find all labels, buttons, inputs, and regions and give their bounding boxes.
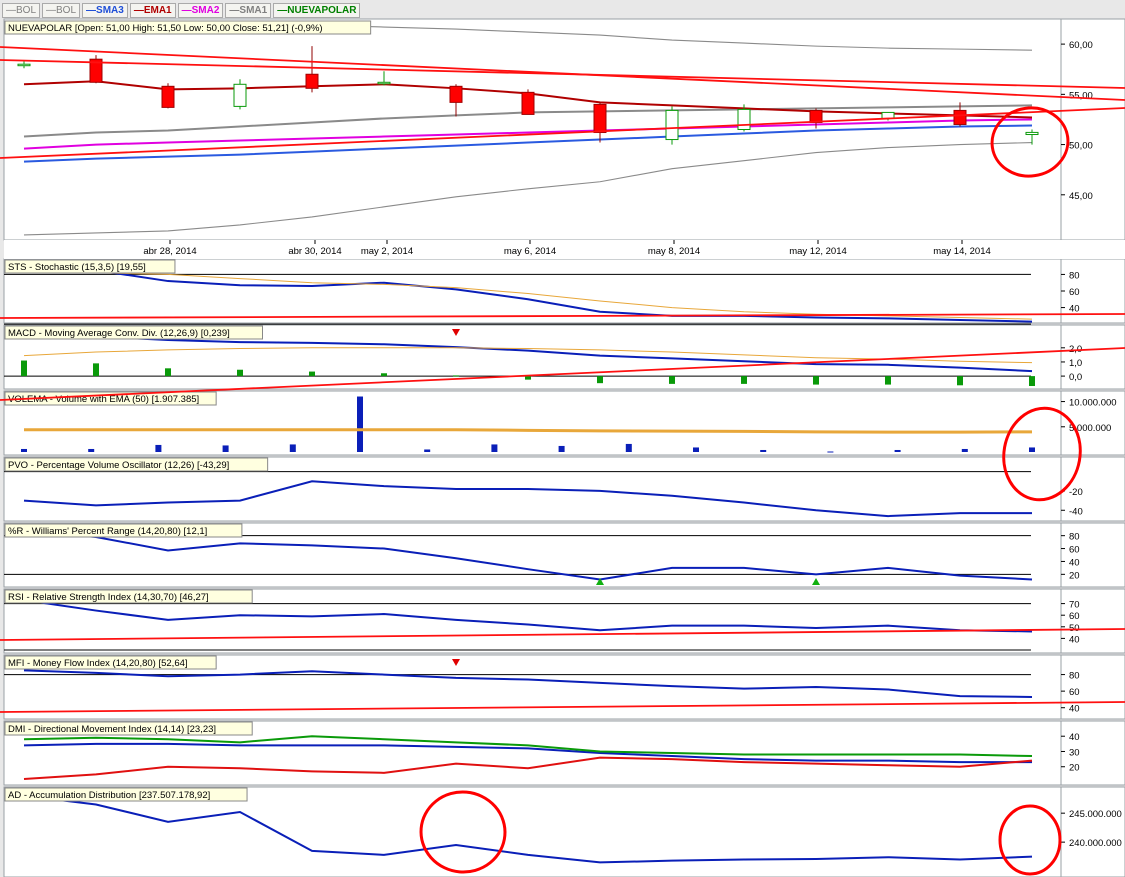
indicator-title: DMI - Directional Movement Index (14,14)…	[8, 724, 216, 735]
indicator-y-tick-label: 20	[1069, 570, 1080, 581]
indicator-title: MACD - Moving Average Conv. Div. (12,26,…	[8, 328, 230, 339]
indicator-y-tick-label: 80	[1069, 532, 1080, 543]
indicator-y-tick-label: 30	[1069, 747, 1080, 758]
indicator-bar	[165, 368, 171, 377]
indicator-y-tick-label: 50	[1069, 623, 1080, 634]
indicator-y-tick-label: 40	[1069, 304, 1080, 315]
price-y-tick-label: 55,00	[1069, 90, 1093, 101]
indicator-y-tick-label: 80	[1069, 671, 1080, 682]
indicator-title: %R - Williams' Percent Range (14,20,80) …	[8, 526, 207, 537]
indicator-bar	[813, 376, 819, 385]
indicator-axis-area	[1060, 786, 1125, 877]
indicator-bar	[424, 449, 431, 452]
indicator-y-tick-label: 70	[1069, 600, 1080, 611]
candle-body	[449, 85, 463, 103]
indicator-y-tick-label: 240.000.000	[1069, 838, 1122, 849]
x-tick-label: may 2, 2014	[361, 246, 413, 257]
candle-body	[665, 109, 679, 141]
indicator-bar	[491, 444, 498, 452]
legend-item[interactable]: —SMA2	[177, 3, 224, 18]
candle-body	[161, 85, 175, 108]
indicator-bar	[357, 396, 363, 452]
indicator-bar	[558, 445, 565, 452]
indicator-bar	[222, 445, 229, 452]
price-y-tick-label: 60,00	[1069, 40, 1093, 51]
indicator-bar	[155, 444, 162, 452]
candle-body	[1025, 131, 1039, 136]
candle-body	[737, 108, 751, 130]
indicator-bar	[21, 360, 27, 377]
indicator-y-tick-label: 245.000.000	[1069, 809, 1122, 820]
indicator-title: AD - Accumulation Distribution [237.507.…	[8, 790, 210, 801]
indicator-bar	[885, 376, 891, 385]
candle-body	[233, 83, 247, 107]
candle-body	[377, 81, 391, 85]
indicator-y-tick-label: 40	[1069, 704, 1080, 715]
candle-body	[521, 91, 535, 115]
price-y-tick-label: 50,00	[1069, 141, 1093, 152]
indicator-bar	[625, 443, 632, 452]
indicator-bar	[1029, 376, 1035, 386]
indicator-bar	[760, 449, 767, 452]
legend-bar: —BOL —BOL —SMA3 —EMA1 —SMA2 —SMA1 —NUEVAPOLAR	[2, 3, 362, 18]
indicator-bar	[88, 448, 95, 452]
price-panel-frame	[3, 18, 1062, 241]
x-tick-label: may 6, 2014	[504, 246, 556, 257]
indicator-y-tick-label: 40	[1069, 732, 1080, 743]
indicator-y-tick-label: 80	[1069, 270, 1080, 281]
indicator-bar	[93, 363, 99, 377]
indicator-bar	[453, 375, 459, 377]
indicator-y-tick-label: 40	[1069, 634, 1080, 645]
candle-body	[593, 103, 607, 134]
indicator-y-tick-label: 1,0	[1069, 358, 1082, 369]
indicator-bar	[693, 447, 699, 452]
indicator-y-tick-label: 40	[1069, 557, 1080, 568]
indicator-bar	[21, 448, 27, 452]
indicator-y-tick-label: 60	[1069, 287, 1080, 298]
indicator-y-tick-label: -40	[1069, 506, 1083, 517]
indicator-bar	[381, 373, 387, 377]
x-tick-label: may 14, 2014	[933, 246, 991, 257]
x-tick-label: abr 30, 2014	[288, 246, 341, 257]
indicator-y-tick-label: -20	[1069, 487, 1083, 498]
indicator-bar	[894, 449, 901, 452]
price-axis-area	[1060, 18, 1125, 241]
legend-item[interactable]: —BOL	[2, 3, 41, 18]
legend-item[interactable]: —NUEVAPOLAR	[273, 3, 361, 18]
indicator-bar	[525, 376, 531, 380]
x-tick-label: may 8, 2014	[648, 246, 700, 257]
indicator-bar	[237, 369, 243, 377]
indicator-bar	[289, 444, 296, 452]
indicator-bar	[827, 451, 834, 453]
stock-chart: 60,00 55,00 50,00 45,00 NUEVAPOLAR [Open: 51…	[0, 0, 1125, 877]
indicator-y-tick-label: 60	[1069, 545, 1080, 556]
indicator-title: MFI - Money Flow Index (14,20,80) [52,64…	[8, 658, 188, 669]
candle-body	[953, 109, 967, 125]
legend-item[interactable]: —SMA1	[225, 3, 272, 18]
price-y-tick-label: 45,00	[1069, 191, 1093, 202]
indicator-title: RSI - Relative Strength Index (14,30,70)…	[8, 592, 209, 603]
indicator-bar	[597, 376, 603, 384]
legend-item[interactable]: —BOL	[42, 3, 81, 18]
indicator-y-tick-label: 0,0	[1069, 372, 1082, 383]
x-tick-label: may 12, 2014	[789, 246, 847, 257]
indicator-bar	[1029, 447, 1035, 452]
indicator-title: STS - Stochastic (15,3,5) [19,55]	[8, 262, 146, 273]
indicator-bar	[309, 371, 315, 377]
candle-body	[305, 73, 319, 89]
indicator-bar	[741, 376, 747, 384]
indicator-bar	[961, 448, 968, 452]
legend-item[interactable]: —EMA1	[129, 3, 176, 18]
indicator-y-tick-label: 10.000.000	[1069, 398, 1117, 409]
price-title: NUEVAPOLAR [Open: 51,00 High: 51,50 Low:…	[8, 23, 323, 34]
indicator-y-tick-label: 20	[1069, 763, 1080, 774]
indicator-y-tick-label: 60	[1069, 611, 1080, 622]
indicator-bar	[957, 376, 963, 386]
indicator-y-tick-label: 60	[1069, 687, 1080, 698]
indicator-title: PVO - Percentage Volume Oscillator (12,2…	[8, 460, 229, 471]
legend-item[interactable]: —SMA3	[82, 3, 128, 18]
x-tick-label: abr 28, 2014	[143, 246, 196, 257]
indicator-bar	[669, 376, 675, 384]
candle-body	[17, 63, 31, 67]
